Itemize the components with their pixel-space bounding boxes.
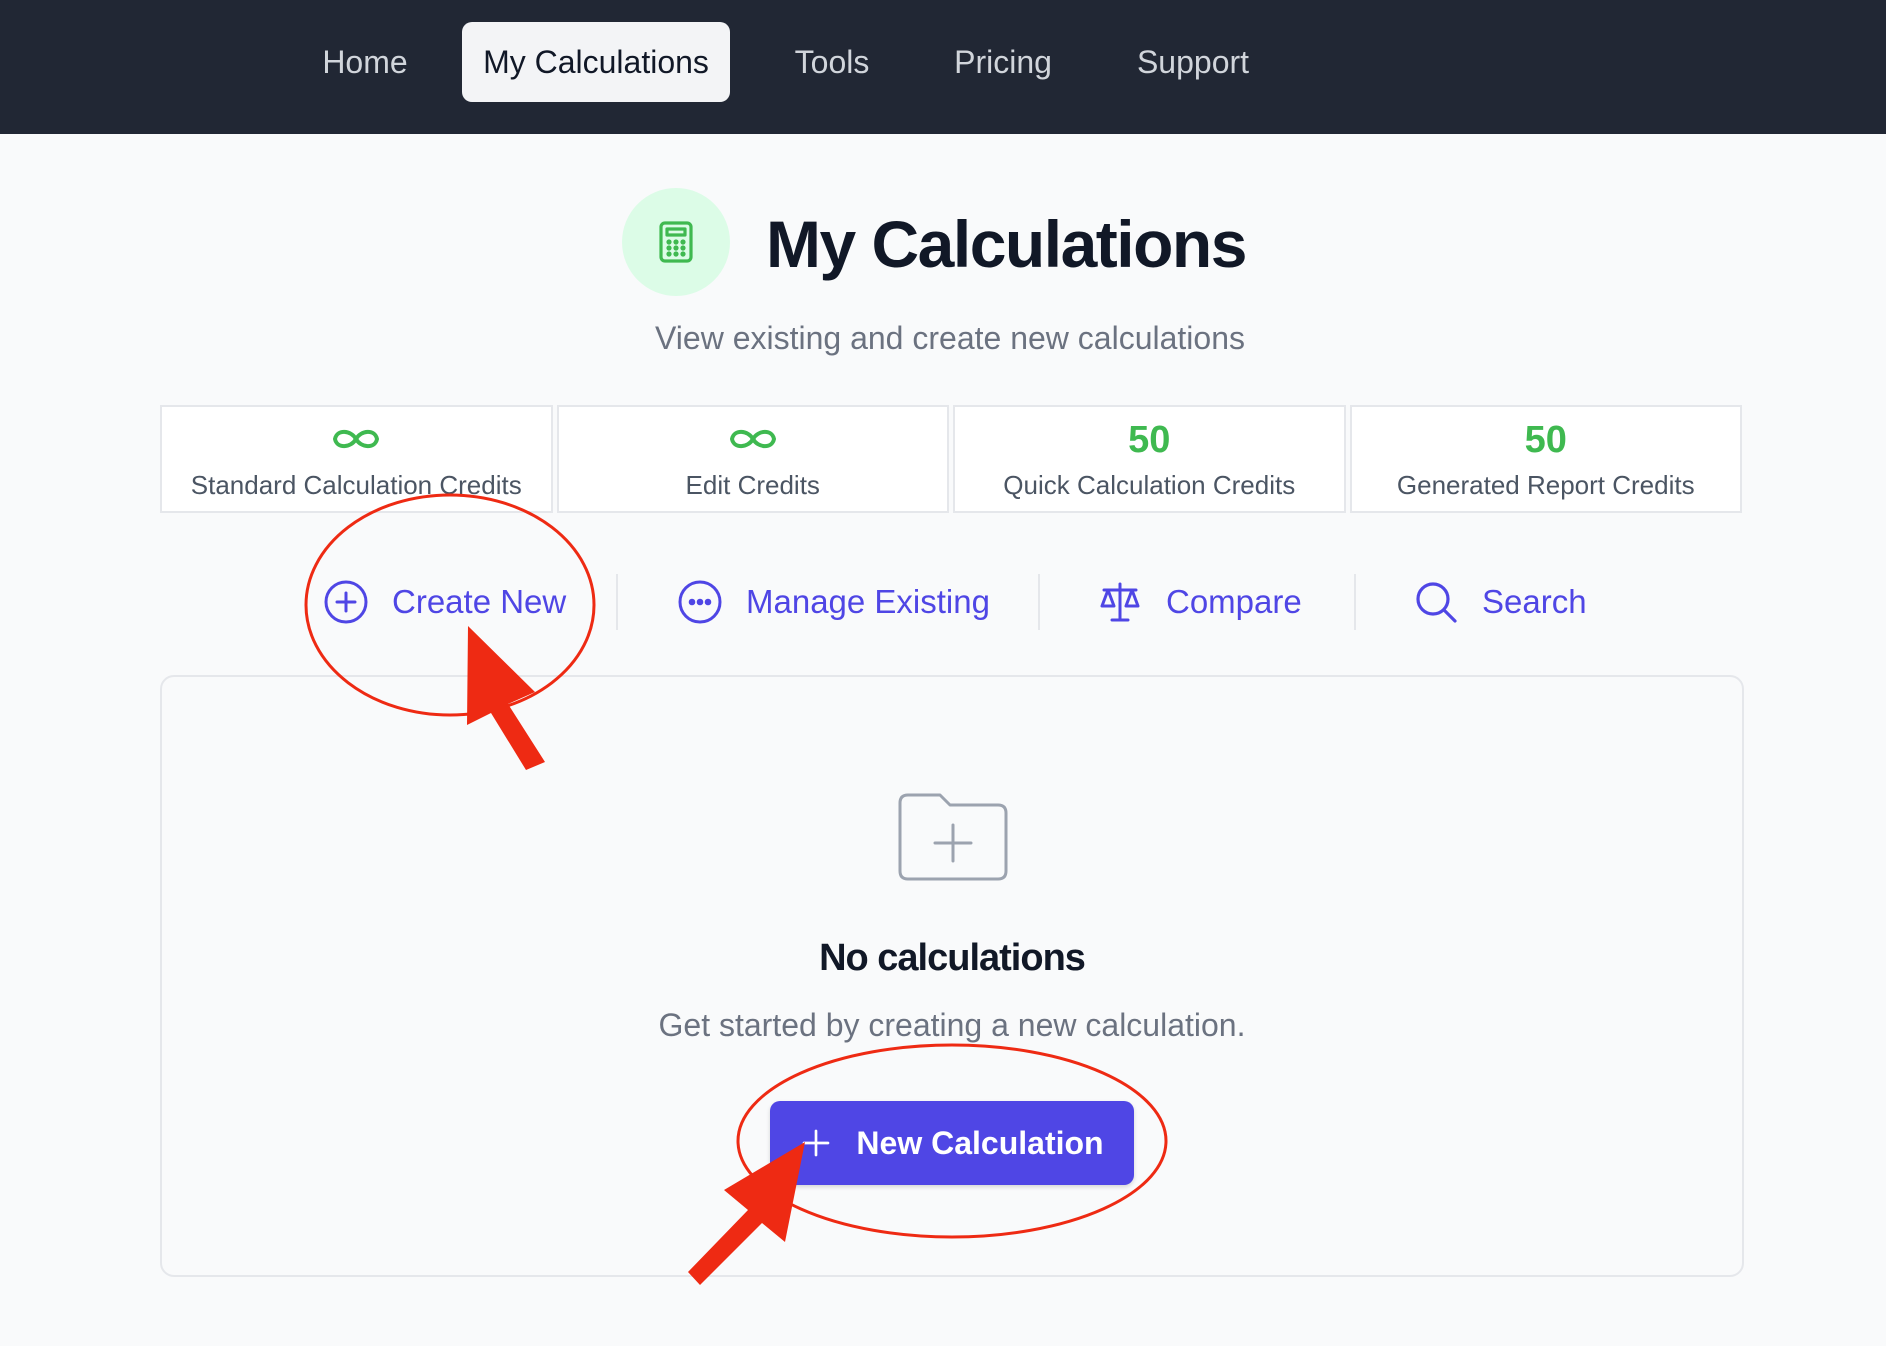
compare-label: Compare (1166, 583, 1302, 620)
empty-state-title: No calculations (819, 937, 1086, 979)
create-new-label: Create New (392, 583, 567, 620)
credit-label: Edit Credits (685, 470, 820, 500)
nav-support[interactable]: Support (1122, 22, 1264, 102)
credit-value: 50 (1128, 419, 1171, 461)
nav-my-calculations[interactable]: My Calculations (462, 22, 730, 102)
search-button[interactable]: Search (1412, 560, 1587, 644)
credit-card-standard: Standard Calculation Credits (160, 405, 553, 513)
compare-button[interactable]: Compare (1096, 560, 1302, 644)
credit-value: 50 (1524, 419, 1567, 461)
new-calculation-button[interactable]: New Calculation (770, 1101, 1134, 1185)
page-subtitle: View existing and create new calculation… (655, 320, 1245, 356)
credit-value (559, 415, 948, 465)
credit-card-edit: Edit Credits (556, 405, 949, 513)
scale-icon (1100, 582, 1140, 622)
top-nav: Home My Calculations Tools Pricing Suppo… (0, 0, 1886, 134)
create-new-button[interactable]: Create New (322, 560, 566, 644)
search-label: Search (1482, 583, 1587, 620)
page-title: My Calculations (766, 207, 1247, 281)
calculator-icon (659, 221, 693, 263)
header-icon-badge (622, 188, 730, 296)
action-divider (1038, 574, 1040, 630)
new-calculation-label: New Calculation (856, 1124, 1104, 1161)
credit-card-quick: 50 Quick Calculation Credits (953, 405, 1346, 513)
manage-existing-button[interactable]: Manage Existing (676, 560, 990, 644)
ellipsis-circle-icon (678, 580, 722, 624)
action-divider (616, 574, 618, 630)
search-icon (1416, 582, 1457, 623)
manage-existing-label: Manage Existing (746, 583, 990, 620)
nav-home[interactable]: Home (300, 22, 430, 102)
plus-icon (803, 1129, 830, 1157)
nav-pricing[interactable]: Pricing (938, 22, 1068, 102)
infinity-icon (333, 429, 380, 449)
empty-state-panel: No calculations Get started by creating … (160, 675, 1744, 1277)
nav-tools[interactable]: Tools (774, 22, 890, 102)
plus-circle-icon (324, 580, 368, 624)
action-divider (1354, 574, 1356, 630)
empty-state-text: Get started by creating a new calculatio… (658, 1007, 1246, 1043)
credit-label: Generated Report Credits (1396, 470, 1695, 500)
infinity-icon (729, 429, 776, 449)
credit-label: Standard Calculation Credits (190, 470, 522, 500)
folder-plus-icon (898, 793, 1008, 881)
credit-card-report: 50 Generated Report Credits (1349, 405, 1742, 513)
credit-label: Quick Calculation Credits (1003, 470, 1296, 500)
credit-value (162, 415, 551, 465)
credits-bar: Standard Calculation Credits Edit Credit… (160, 405, 1742, 513)
action-bar: Create New Manage Existing Compare Searc… (0, 560, 1886, 644)
